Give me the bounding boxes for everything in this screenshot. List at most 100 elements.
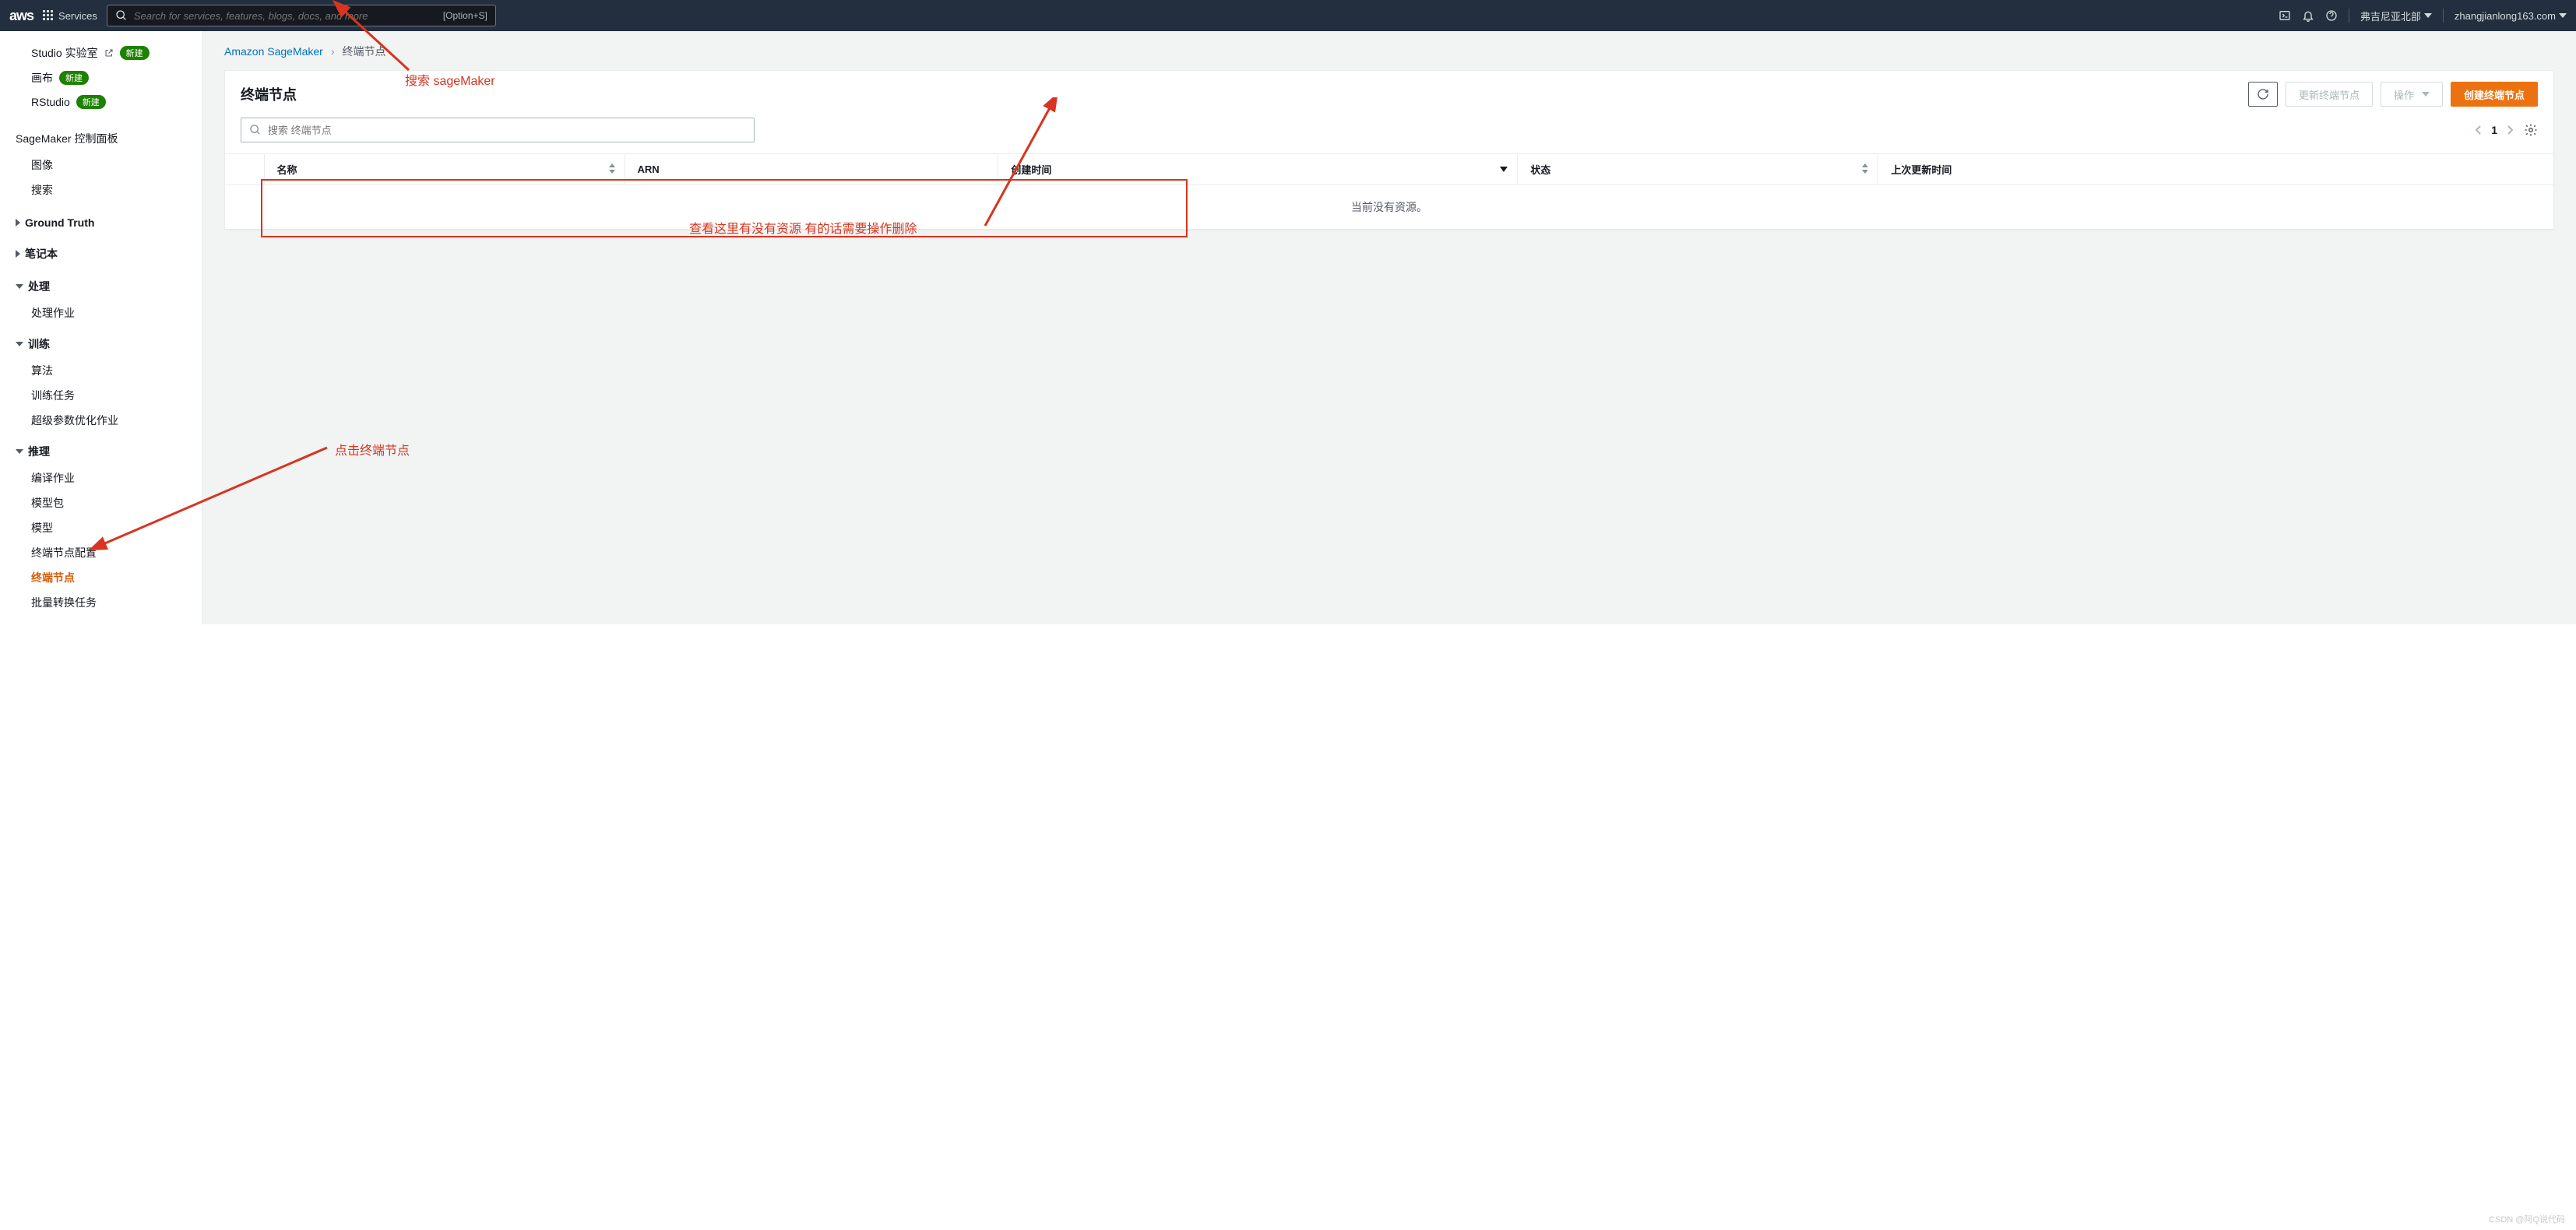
header-label: 上次更新时间 (1891, 164, 1951, 176)
services-label: Services (58, 10, 97, 22)
region-selector[interactable]: 弗吉尼亚北部 (2360, 9, 2432, 23)
search-shortcut: [Option+S] (443, 10, 487, 21)
search-icon (115, 9, 128, 22)
chevron-right-icon (16, 219, 20, 227)
search-icon (249, 124, 262, 136)
settings-button[interactable] (2524, 123, 2538, 137)
sidebar-section-inference[interactable]: 推理 (0, 438, 202, 466)
sidebar-item-endpoints[interactable]: 终端节点 (0, 565, 202, 590)
sidebar-item-studio-lab[interactable]: Studio 实验室 新建 (0, 40, 202, 65)
empty-message: 当前没有资源。 (225, 185, 2553, 230)
sidebar-item-label: 图像 (31, 157, 53, 173)
watermark: CSDN @阿Q说代码 (2489, 1213, 2565, 1225)
pager-prev[interactable] (2474, 125, 2482, 135)
actions-button[interactable]: 操作 (2381, 82, 2443, 107)
sidebar-item-training-jobs[interactable]: 训练任务 (0, 383, 202, 408)
sidebar-item-label: 搜索 (31, 182, 53, 198)
breadcrumb-separator: › (331, 45, 335, 58)
new-badge: 新建 (76, 95, 106, 109)
sidebar-item-endpoint-configs[interactable]: 终端节点配置 (0, 540, 202, 565)
breadcrumb: Amazon SageMaker › 终端节点 (224, 44, 2554, 59)
new-badge: 新建 (59, 71, 89, 85)
sidebar-section-ground-truth[interactable]: Ground Truth (0, 210, 202, 235)
update-endpoint-button[interactable]: 更新终端节点 (2286, 82, 2373, 107)
table-header-arn[interactable]: ARN (625, 154, 998, 185)
table-empty-row: 当前没有资源。 (225, 185, 2553, 230)
endpoints-table: 名称 ARN 创建时间 状态 上次更新时间 当前没有资源。 (225, 153, 2553, 229)
pager-current: 1 (2491, 124, 2497, 136)
breadcrumb-service[interactable]: Amazon SageMaker (224, 45, 323, 58)
notifications-button[interactable] (2302, 9, 2314, 22)
sidebar-item-algorithms[interactable]: 算法 (0, 358, 202, 383)
table-header-status[interactable]: 状态 (1518, 154, 1878, 185)
help-button[interactable] (2325, 9, 2338, 22)
sidebar-item-batch-transform[interactable]: 批量转换任务 (0, 590, 202, 615)
sidebar-section-training[interactable]: 训练 (0, 330, 202, 358)
sidebar-item-label: 模型包 (31, 495, 64, 511)
header-label: 创建时间 (1011, 164, 1051, 176)
chevron-left-icon (2474, 125, 2482, 135)
sidebar-item-control-panel[interactable]: SageMaker 控制面板 (0, 125, 202, 153)
chevron-down-icon (16, 284, 23, 289)
sidebar-section-processing[interactable]: 处理 (0, 272, 202, 300)
sidebar-item-label: 处理作业 (31, 305, 75, 321)
sidebar-item-label: Studio 实验室 (31, 45, 98, 61)
table-header-created[interactable]: 创建时间 (998, 154, 1518, 185)
topnav-right: 弗吉尼亚北部 zhangjianlong163.com (2279, 9, 2567, 23)
sidebar-section-label: 训练 (28, 336, 50, 352)
cloudshell-button[interactable] (2279, 9, 2291, 22)
sidebar-item-label: 算法 (31, 363, 53, 378)
chevron-down-icon (2559, 13, 2567, 18)
header-label: 名称 (277, 164, 297, 176)
bell-icon (2302, 9, 2314, 22)
table-header-updated[interactable]: 上次更新时间 (1878, 154, 2553, 185)
create-endpoint-button[interactable]: 创建终端节点 (2451, 82, 2538, 107)
panel-header: 终端节点 更新终端节点 操作 创建终端节点 (225, 71, 2553, 118)
account-menu[interactable]: zhangjianlong163.com (2455, 10, 2567, 22)
table-search-input[interactable] (268, 125, 746, 136)
sidebar-section-label: 推理 (28, 444, 50, 459)
global-search-input[interactable] (134, 10, 437, 22)
sidebar-item-hp-tuning[interactable]: 超级参数优化作业 (0, 408, 202, 433)
refresh-icon (2257, 88, 2269, 100)
chevron-down-icon (16, 342, 23, 346)
sidebar-item-images[interactable]: 图像 (0, 153, 202, 177)
global-search[interactable]: [Option+S] (107, 5, 496, 26)
sidebar-item-compile-jobs[interactable]: 编译作业 (0, 466, 202, 490)
chevron-down-icon (16, 449, 23, 454)
services-grid-icon (43, 10, 54, 21)
sidebar-item-label: 训练任务 (31, 388, 75, 403)
sidebar: Studio 实验室 新建 画布新建 RStudio 新建 SageMaker 控… (0, 31, 202, 624)
sidebar-item-search[interactable]: 搜索 (0, 177, 202, 202)
sidebar-item-label: RStudio (31, 96, 70, 108)
button-label: 操作 (2394, 87, 2414, 102)
top-nav: aws Services [Option+S] 弗吉尼亚北部 zhangjian… (0, 0, 2576, 31)
account-label: zhangjianlong163.com (2455, 10, 2556, 22)
sidebar-item-rstudio[interactable]: RStudio 新建 (0, 90, 202, 114)
refresh-button[interactable] (2248, 82, 2278, 107)
button-label: 更新终端节点 (2299, 87, 2360, 102)
sidebar-item-label: 模型 (31, 520, 53, 536)
sidebar-item-label: 编译作业 (31, 470, 75, 486)
table-header-name[interactable]: 名称 (264, 154, 625, 185)
sidebar-item-processing-jobs[interactable]: 处理作业 (0, 300, 202, 325)
sidebar-section-notebook[interactable]: 笔记本 (0, 240, 202, 268)
search-row: 1 (225, 118, 2553, 153)
pager-next[interactable] (2507, 125, 2514, 135)
sidebar-item-canvas[interactable]: 画布新建 (0, 65, 202, 90)
sidebar-section-label: Ground Truth (25, 216, 94, 229)
chevron-down-icon (2424, 13, 2432, 18)
aws-logo[interactable]: aws (9, 8, 33, 24)
sidebar-section-label: 处理 (28, 279, 50, 294)
gear-icon (2524, 123, 2538, 137)
table-header-checkbox (225, 154, 264, 185)
sidebar-item-model-packages[interactable]: 模型包 (0, 490, 202, 515)
main-content: Amazon SageMaker › 终端节点 终端节点 更新终端节点 操作 创… (202, 31, 2576, 624)
sidebar-item-label: 终端节点 (31, 570, 75, 585)
table-search[interactable] (241, 118, 755, 142)
sidebar-item-models[interactable]: 模型 (0, 515, 202, 540)
sidebar-item-label: SageMaker 控制面板 (16, 131, 118, 146)
services-menu[interactable]: Services (43, 10, 97, 22)
sidebar-item-label: 批量转换任务 (31, 595, 97, 610)
header-label: ARN (638, 163, 660, 175)
